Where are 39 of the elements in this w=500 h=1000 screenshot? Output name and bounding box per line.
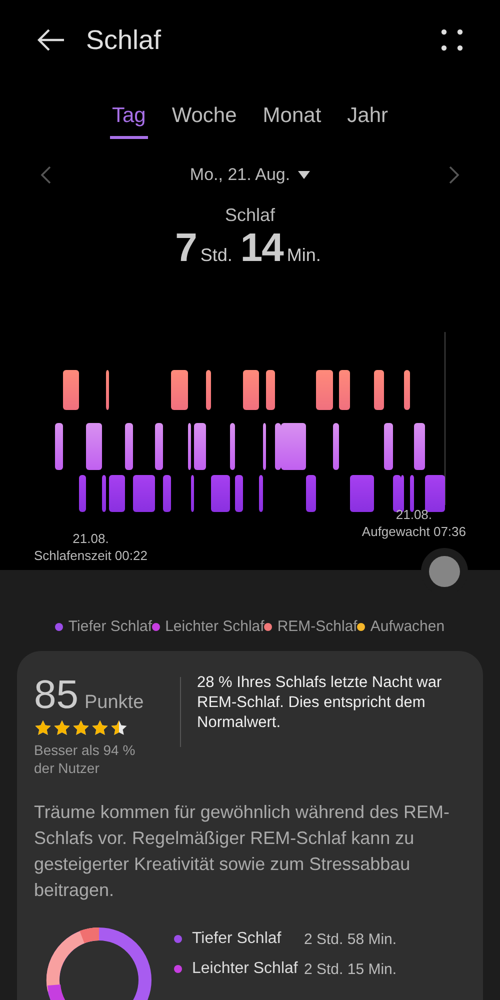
back-icon[interactable]	[36, 28, 66, 52]
stage-label: Tiefer Schlaf	[192, 929, 282, 949]
bedtime-label: Schlafenszeit 00:22	[34, 547, 148, 564]
start-date: 21.08.	[72, 530, 109, 547]
drag-handle[interactable]	[429, 556, 460, 587]
star-icon	[53, 719, 71, 737]
summary-label: Schlaf	[224, 205, 276, 226]
minutes-unit: Min.	[286, 245, 321, 266]
star-icon	[110, 719, 128, 737]
period-tab[interactable]: Monat	[260, 98, 324, 139]
star-icon	[34, 719, 52, 737]
stage-duration: 2 Std. 15 Min.	[304, 960, 397, 978]
star-icon	[91, 719, 109, 737]
legend-label: Aufwachen	[370, 618, 445, 635]
wake-time-label: Aufgewacht 07:36	[362, 523, 466, 540]
description-text: Träume kommen für gewöhnlich während des REM-Schlafs vor. Regelmäßiger REM-Schlaf kann zu gesteigerter Kreativität sowie zum Stressabbau beitragen.	[34, 801, 451, 902]
legend-label: Tiefer Schlaf	[68, 618, 152, 635]
legend-label: Leichter Schlaf	[165, 618, 264, 635]
period-tab[interactable]: Woche	[170, 98, 239, 139]
comparison-text: Besser als 94 % der Nutzer	[34, 741, 136, 777]
stage-duration: 2 Std. 58 Min.	[304, 930, 397, 948]
dropdown-icon	[298, 170, 310, 180]
next-icon[interactable]	[448, 165, 460, 185]
stage-label: Leichter Schlaf	[192, 959, 299, 979]
score-value: 85	[34, 673, 78, 717]
hours-value: 7	[175, 226, 196, 271]
hours-unit: Std.	[200, 245, 232, 266]
minutes-value: 14	[240, 226, 283, 271]
score-unit: Punkte	[84, 692, 144, 714]
rem-note: 28 % Ihres Schlafs letzte Nacht war REM-Schlaf. Dies entspricht dem Normalwert.	[197, 673, 443, 733]
end-date: 21.08.	[396, 506, 432, 523]
legend-label: REM-Schlaf	[277, 618, 358, 635]
page-title: Schlaf	[86, 24, 162, 56]
previous-icon[interactable]	[40, 165, 52, 185]
more-icon[interactable]	[440, 28, 464, 52]
period-tab[interactable]: Tag	[110, 98, 148, 139]
date-picker[interactable]: Mo., 21. Aug.	[186, 161, 314, 189]
star-icon	[72, 719, 90, 737]
period-tab[interactable]: Jahr	[345, 98, 390, 139]
